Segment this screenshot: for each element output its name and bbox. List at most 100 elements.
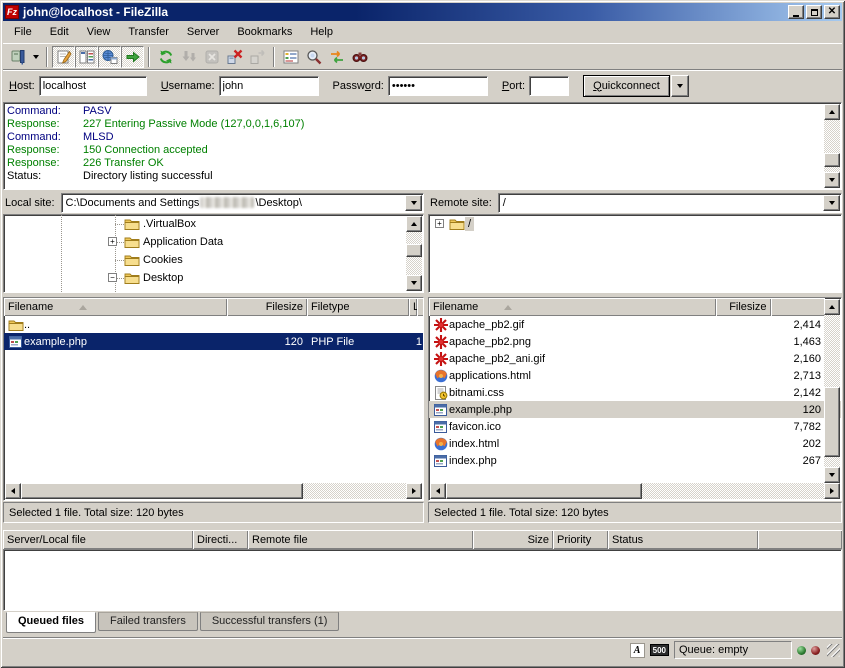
filename-filters-button[interactable]	[279, 46, 302, 68]
remote-list-scrollbar[interactable]	[824, 299, 840, 483]
file-row-example-php[interactable]: example.php120PHP File1	[4, 333, 423, 350]
column-header-filetype[interactable]: Filetype	[307, 298, 409, 316]
find-files-button[interactable]	[348, 46, 371, 68]
username-input[interactable]	[219, 76, 319, 96]
arrow-down-icon	[829, 178, 835, 182]
file-row-index-html[interactable]: index.html202	[429, 435, 841, 452]
log-scrollbar[interactable]	[824, 104, 840, 188]
local-scroll-right-button[interactable]	[406, 483, 422, 499]
remote-list-scroll-down-button[interactable]	[824, 467, 840, 483]
collapse-minus-icon[interactable]: −	[108, 273, 117, 282]
quickconnect-dropdown-button[interactable]	[671, 75, 689, 97]
password-label: Password:	[333, 80, 384, 92]
local-site-dropdown-button[interactable]	[405, 195, 422, 211]
file-row-example-php[interactable]: example.php120	[429, 401, 841, 418]
remote-file-list: FilenameFilesize apache_pb2.gif2,414apac…	[428, 297, 842, 501]
port-input[interactable]	[529, 76, 569, 96]
expand-plus-icon[interactable]: +	[435, 219, 444, 228]
menu-bookmarks[interactable]: Bookmarks	[228, 23, 301, 41]
log-scroll-up-button[interactable]	[824, 104, 840, 120]
queue-column-remote-file[interactable]: Remote file	[248, 530, 473, 549]
maximize-button[interactable]	[806, 5, 822, 19]
remote-horizontal-scrollbar[interactable]	[430, 483, 840, 499]
file-row-apache-pb2-png[interactable]: apache_pb2.png1,463	[429, 333, 841, 350]
host-input[interactable]	[39, 76, 147, 96]
tab-queued-files[interactable]: Queued files	[6, 612, 96, 633]
column-header-filename[interactable]: Filename	[429, 298, 716, 316]
queue-column-directi-[interactable]: Directi...	[193, 530, 248, 549]
data-type-indicator-icon[interactable]: A	[630, 643, 645, 658]
tab-failed-transfers[interactable]: Failed transfers	[98, 612, 198, 631]
column-header-filesize[interactable]: Filesize	[227, 298, 307, 316]
local-scroll-left-button[interactable]	[5, 483, 21, 499]
close-button[interactable]: ✕	[824, 5, 840, 19]
tree-item-desktop[interactable]: −Desktop	[4, 269, 423, 287]
local-horizontal-scrollbar[interactable]	[5, 483, 422, 499]
file-row-favicon-ico[interactable]: favicon.ico7,782	[429, 418, 841, 435]
menu-server[interactable]: Server	[178, 23, 228, 41]
site-manager-button[interactable]	[6, 46, 29, 68]
tree-connector	[115, 260, 124, 261]
queue-splitter[interactable]	[3, 523, 842, 530]
filesize-cell: 1,463	[716, 336, 825, 348]
site-manager-dropdown-button[interactable]	[29, 46, 42, 68]
queue-column-size[interactable]: Size	[473, 530, 553, 549]
tree-item-cookies[interactable]: Cookies	[4, 251, 423, 269]
filename-cell: example.php	[429, 402, 716, 418]
file-row-apache-pb2-ani-gif[interactable]: apache_pb2_ani.gif2,160	[429, 350, 841, 367]
queue-column-server-local-file[interactable]: Server/Local file	[3, 530, 193, 549]
speed-limit-icon[interactable]: 500	[650, 644, 669, 656]
toggle-local-tree-button[interactable]	[75, 46, 98, 68]
toggle-transfer-queue-button[interactable]	[121, 46, 144, 68]
file-row-bitnami-css[interactable]: bitnami.css2,142	[429, 384, 841, 401]
tree-item-root[interactable]: +/	[429, 215, 841, 233]
toggle-remote-tree-button[interactable]	[98, 46, 121, 68]
filename-text: ..	[24, 319, 30, 331]
expand-plus-icon[interactable]: +	[108, 237, 117, 246]
quickconnect-button[interactable]: Quickconnect	[583, 75, 670, 97]
queue-column-priority[interactable]: Priority	[553, 530, 608, 549]
filesize-cell: 2,160	[716, 353, 825, 365]
remote-scroll-left-button[interactable]	[430, 483, 446, 499]
log-scrollbar-thumb[interactable]	[824, 153, 840, 167]
chevron-down-icon	[33, 55, 39, 59]
remote-hscroll-thumb[interactable]	[446, 483, 642, 499]
local-site-combobox[interactable]: C:\Documents and Settings\Desktop\	[61, 193, 424, 213]
menu-file[interactable]: File	[5, 23, 41, 41]
menu-edit[interactable]: Edit	[41, 23, 78, 41]
column-header-filename[interactable]: Filename	[4, 298, 227, 316]
tab-successful-transfers-1-[interactable]: Successful transfers (1)	[200, 612, 340, 631]
disconnect-button[interactable]	[223, 46, 246, 68]
toggle-message-log-button[interactable]	[52, 46, 75, 68]
local-hscroll-thumb[interactable]	[21, 483, 303, 499]
minimize-button[interactable]	[788, 5, 804, 19]
log-line-label: Command:	[7, 105, 83, 118]
filesize-cell: 2,414	[716, 319, 825, 331]
refresh-button[interactable]	[154, 46, 177, 68]
refresh-icon	[158, 49, 174, 65]
filezilla-window: Fz john@localhost - FileZilla ✕ FileEdit…	[0, 0, 845, 668]
remote-scroll-right-button[interactable]	[824, 483, 840, 499]
file-row-apache-pb2-gif[interactable]: apache_pb2.gif2,414	[429, 316, 841, 333]
resize-grip[interactable]	[827, 644, 840, 657]
queue-column-status[interactable]: Status	[608, 530, 758, 549]
file-row-index-php[interactable]: index.php267	[429, 452, 841, 469]
menu-help[interactable]: Help	[301, 23, 342, 41]
file-row--[interactable]: ..	[4, 316, 423, 333]
tree-item-application-data[interactable]: +Application Data	[4, 233, 423, 251]
remote-list-scrollbar-thumb[interactable]	[824, 387, 840, 457]
tree-item--virtualbox[interactable]: .VirtualBox	[4, 215, 423, 233]
synchronized-browsing-button[interactable]	[325, 46, 348, 68]
menu-view[interactable]: View	[78, 23, 120, 41]
remote-site-dropdown-button[interactable]	[823, 195, 840, 211]
remote-list-scroll-up-button[interactable]	[824, 299, 840, 315]
log-scroll-down-button[interactable]	[824, 172, 840, 188]
port-label: Port:	[502, 80, 525, 92]
file-row-applications-html[interactable]: applications.html2,713	[429, 367, 841, 384]
column-header-filesize[interactable]: Filesize	[716, 298, 771, 316]
menu-transfer[interactable]: Transfer	[119, 23, 178, 41]
column-header-l[interactable]: L	[409, 298, 417, 316]
directory-comparison-button[interactable]	[302, 46, 325, 68]
remote-site-combobox[interactable]: /	[498, 193, 842, 213]
password-input[interactable]	[388, 76, 488, 96]
